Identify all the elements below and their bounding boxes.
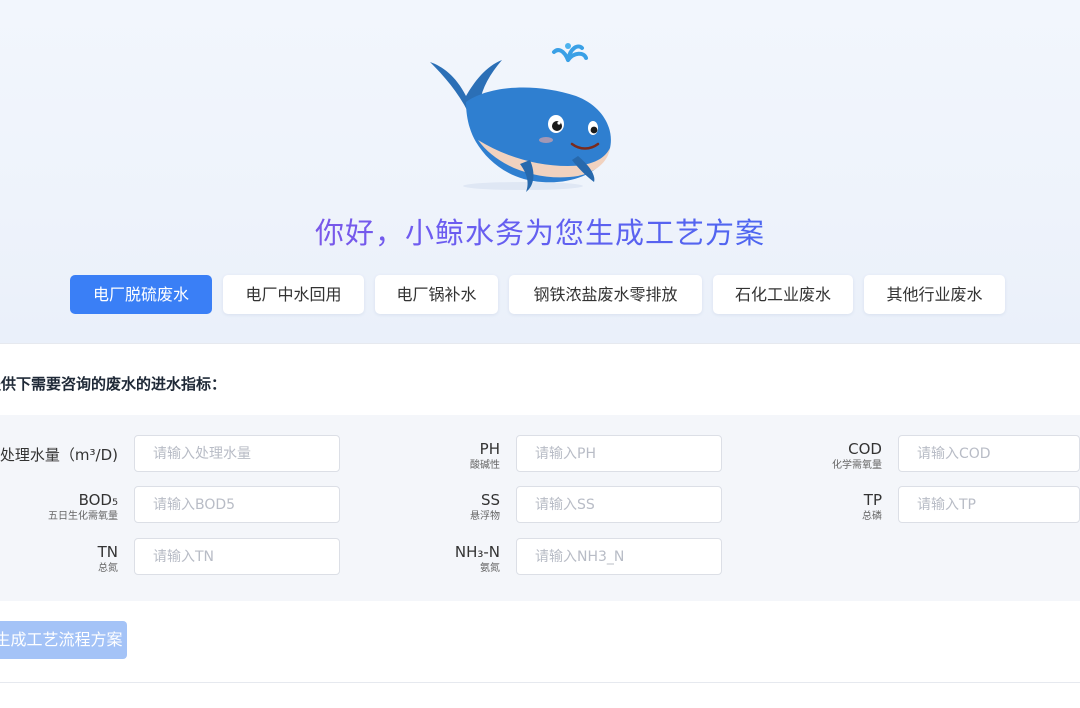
flow-label: 处理水量（m³/D) bbox=[0, 435, 118, 475]
tn-input[interactable] bbox=[134, 538, 340, 575]
bod5-input[interactable] bbox=[134, 486, 340, 523]
ss-sub-label: 悬浮物 bbox=[470, 511, 500, 522]
tp-label: TP 总磷 bbox=[862, 491, 882, 524]
flow-label-text: 处理水量（m³/D) bbox=[0, 446, 118, 464]
tab-petrochemical-wastewater[interactable]: 石化工业废水 bbox=[713, 275, 853, 314]
bottom-divider bbox=[0, 682, 1080, 683]
ss-input[interactable] bbox=[516, 486, 722, 523]
indicator-form-panel: 处理水量（m³/D) PH 酸碱性 COD 化学需氧量 BOD₅ 五日生化需氧量… bbox=[0, 415, 1080, 601]
cod-sub-label: 化学需氧量 bbox=[832, 460, 882, 471]
ph-label-text: PH bbox=[479, 440, 500, 458]
tab-reclaimed-water[interactable]: 电厂中水回用 bbox=[223, 275, 364, 314]
page-title: 你好，小鲸水务为您生成工艺方案 bbox=[0, 210, 1080, 252]
cod-label: COD 化学需氧量 bbox=[832, 440, 882, 473]
ph-sub-label: 酸碱性 bbox=[470, 460, 500, 471]
tp-label-text: TP bbox=[863, 491, 882, 509]
ss-label-text: SS bbox=[480, 491, 500, 509]
tn-label-text: TN bbox=[97, 543, 118, 561]
whale-mascot-icon bbox=[430, 43, 611, 192]
bod5-label-text: BOD₅ bbox=[78, 491, 118, 509]
form-section-label: 提供下需要咨询的废水的进水指标： bbox=[0, 375, 227, 393]
bod5-label: BOD₅ 五日生化需氧量 bbox=[48, 491, 118, 524]
ss-label: SS 悬浮物 bbox=[470, 491, 500, 524]
tab-other-industry-wastewater[interactable]: 其他行业废水 bbox=[864, 275, 1005, 314]
section-divider bbox=[0, 343, 1080, 344]
ph-label: PH 酸碱性 bbox=[470, 440, 500, 473]
generate-plan-button[interactable]: 生成工艺流程方案 bbox=[0, 621, 127, 659]
tp-sub-label: 总磷 bbox=[862, 511, 882, 522]
nh3n-label: NH₃-N 氨氮 bbox=[455, 543, 500, 576]
category-tabs: 电厂脱硫废水 电厂中水回用 电厂锅补水 钢铁浓盐废水零排放 石化工业废水 其他行… bbox=[0, 275, 1080, 315]
nh3n-label-text: NH₃-N bbox=[454, 543, 500, 561]
tn-label: TN 总氮 bbox=[98, 543, 118, 576]
nh3n-input[interactable] bbox=[516, 538, 722, 575]
tab-desulfurization-wastewater[interactable]: 电厂脱硫废水 bbox=[70, 275, 212, 314]
ph-input[interactable] bbox=[516, 435, 722, 472]
flow-input[interactable] bbox=[134, 435, 340, 472]
bod5-sub-label: 五日生化需氧量 bbox=[48, 511, 118, 522]
cod-input[interactable] bbox=[898, 435, 1080, 472]
nh3n-sub-label: 氨氮 bbox=[480, 563, 500, 574]
tp-input[interactable] bbox=[898, 486, 1080, 523]
cod-label-text: COD bbox=[848, 440, 882, 458]
tn-sub-label: 总氮 bbox=[98, 563, 118, 574]
tab-boiler-makeup-water[interactable]: 电厂锅补水 bbox=[375, 275, 498, 314]
tab-steel-brine-zld[interactable]: 钢铁浓盐废水零排放 bbox=[509, 275, 702, 314]
